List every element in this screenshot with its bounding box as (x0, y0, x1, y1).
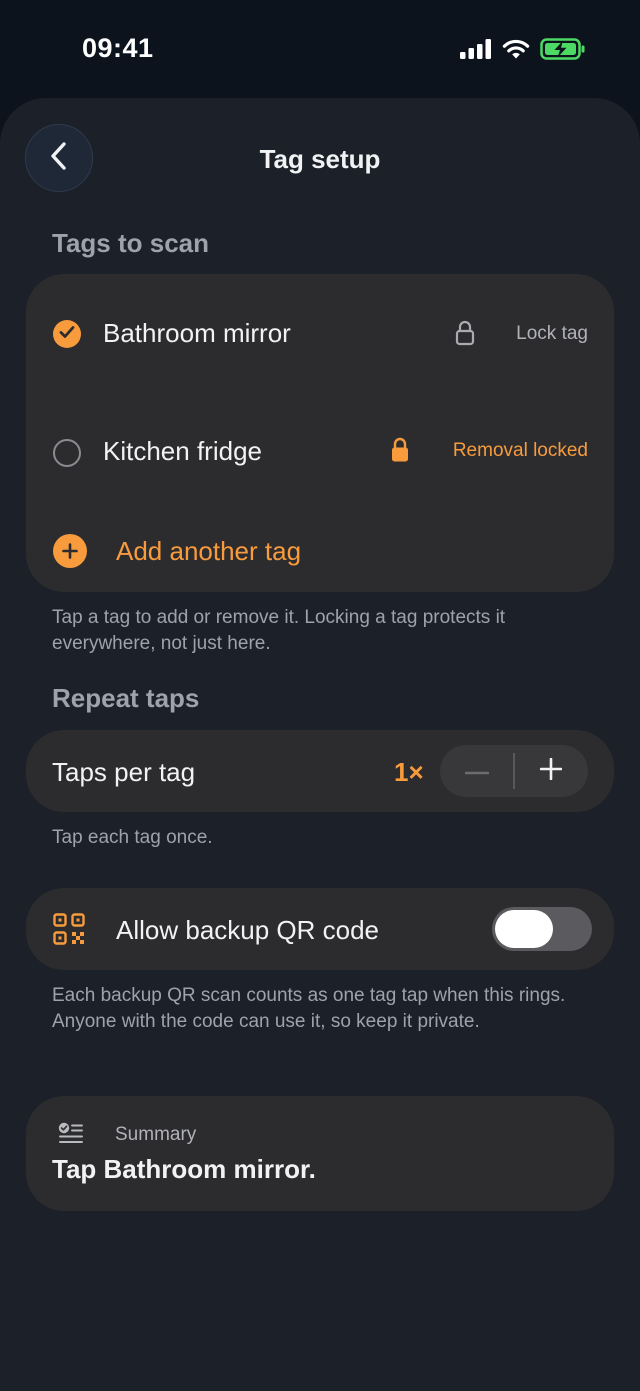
tag-row[interactable]: Bathroom mirror Lock tag (26, 274, 614, 394)
lock-icon[interactable] (390, 437, 410, 468)
lock-icon[interactable] (455, 320, 475, 351)
status-icons (460, 38, 586, 65)
add-tag-row[interactable]: Add another tag (26, 512, 614, 592)
backup-qr-card: Allow backup QR code (26, 888, 614, 970)
backup-qr-label: Allow backup QR code (116, 915, 380, 945)
summary-card: Summary Tap Bathroom mirror. (26, 1096, 614, 1211)
status-bar: 09:41 (0, 0, 640, 100)
status-time: 09:41 (82, 33, 154, 63)
decrement-button[interactable] (440, 745, 514, 797)
plus-circle-icon (53, 534, 87, 568)
minus-icon (464, 762, 490, 780)
taps-count-value: 1× (394, 757, 424, 787)
checklist-icon (58, 1122, 84, 1149)
tags-card: Bathroom mirror Lock tag Kitchen fridge … (26, 274, 614, 592)
removal-locked-button[interactable]: Removal locked (453, 440, 588, 462)
checkbox-checked[interactable] (53, 320, 81, 348)
summary-text: Tap Bathroom mirror. (52, 1154, 316, 1184)
section-heading-repeat: Repeat taps (52, 683, 200, 713)
add-tag-label: Add another tag (116, 536, 302, 566)
taps-per-tag-card: Taps per tag 1× (26, 730, 614, 812)
lock-tag-button[interactable]: Lock tag (516, 323, 588, 345)
taps-per-tag-label: Taps per tag (52, 757, 196, 787)
tag-row[interactable]: Kitchen fridge Removal locked (26, 394, 614, 512)
page-title: Tag setup (259, 144, 381, 174)
taps-stepper (440, 745, 588, 797)
wifi-icon (502, 38, 530, 65)
checkmark-icon (59, 325, 75, 344)
increment-button[interactable] (514, 745, 588, 797)
tag-name: Kitchen fridge (103, 436, 262, 466)
section-heading-tags: Tags to scan (52, 228, 210, 258)
battery-charging-icon (540, 38, 586, 65)
tags-hint: Tap a tag to add or remove it. Locking a… (52, 607, 506, 654)
cellular-signal-icon (460, 39, 492, 64)
backup-qr-toggle[interactable] (492, 907, 592, 951)
tag-name: Bathroom mirror (103, 318, 291, 348)
backup-hint: Each backup QR scan counts as one tag ta… (52, 985, 566, 1032)
checkbox-unchecked[interactable] (53, 439, 81, 467)
plus-icon (539, 757, 563, 785)
taps-hint: Tap each tag once. (52, 827, 213, 848)
toggle-knob (495, 910, 553, 948)
summary-caption: Summary (115, 1124, 197, 1145)
qr-code-icon (53, 913, 85, 950)
